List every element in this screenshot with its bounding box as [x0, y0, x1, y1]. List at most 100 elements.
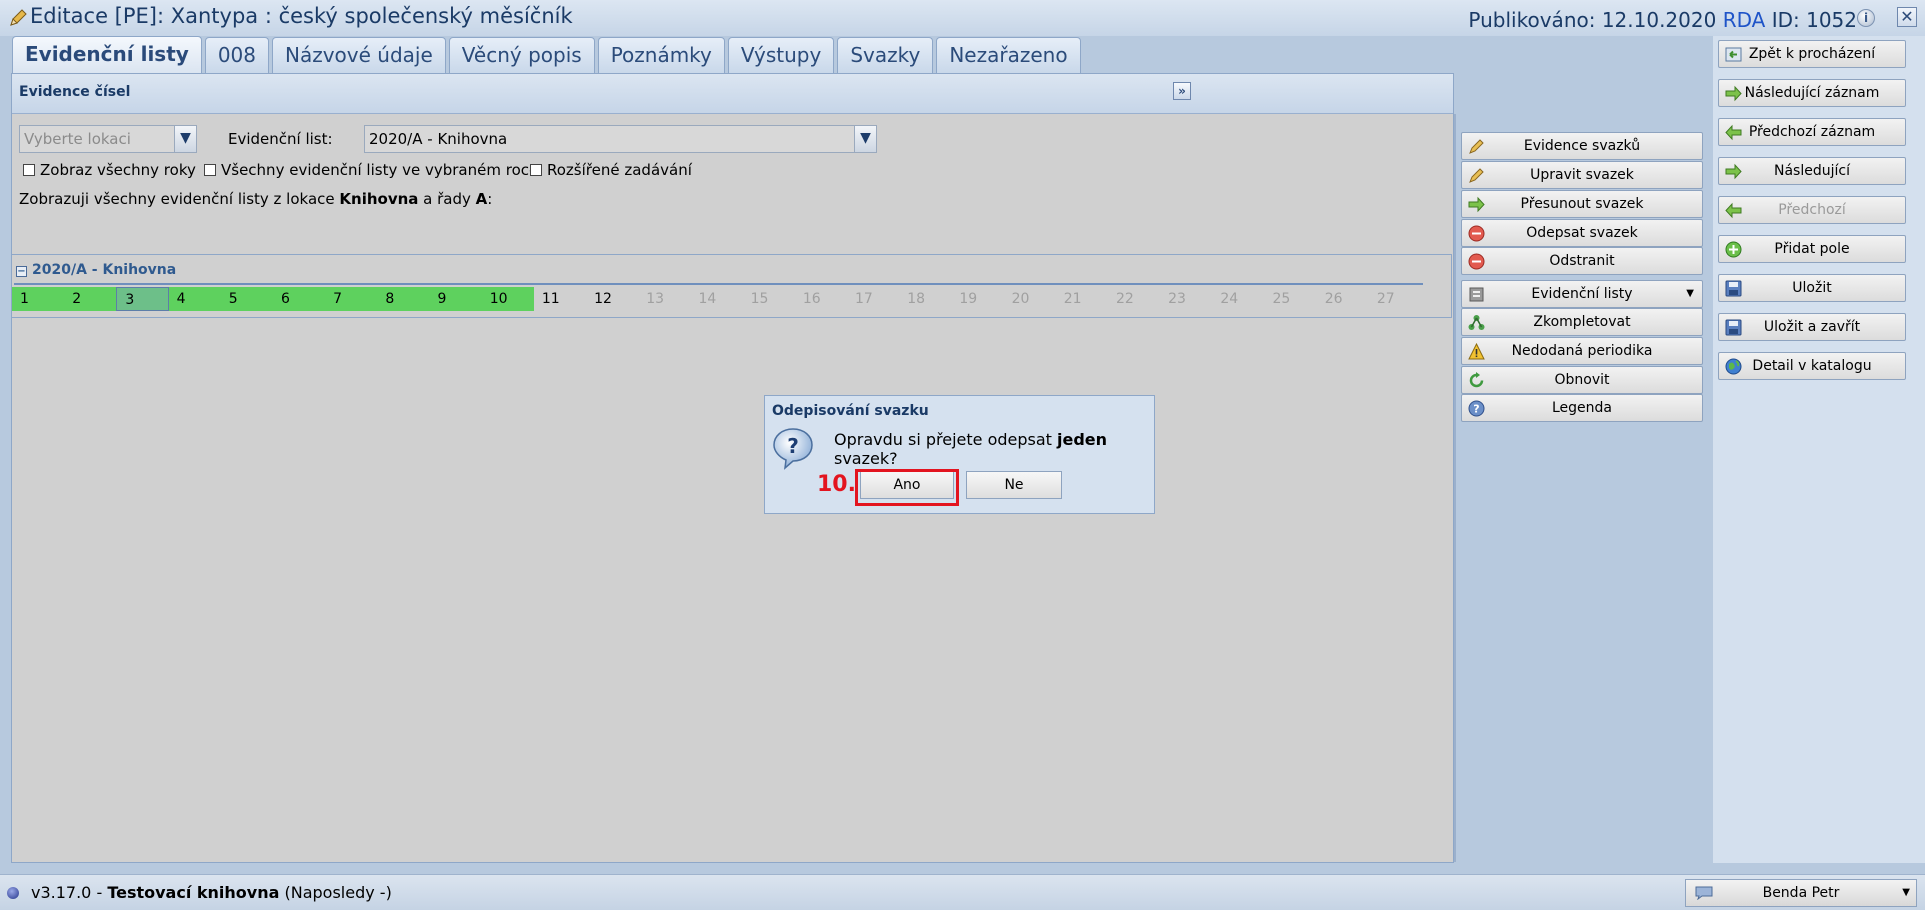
tab-2[interactable]: Názvové údaje — [272, 37, 446, 73]
checkbox-icon[interactable] — [204, 164, 216, 176]
issue-number[interactable]: 4 — [168, 287, 221, 311]
arrow-left-icon — [1725, 124, 1742, 141]
user-name: Benda Petr — [1762, 885, 1840, 901]
nav-button-8[interactable]: Detail v katalogu — [1718, 352, 1906, 380]
chevron-down-icon[interactable]: ▼ — [1686, 281, 1694, 307]
issue-number[interactable]: 8 — [377, 287, 430, 311]
highlight-box — [855, 469, 959, 506]
close-icon[interactable]: ✕ — [1897, 7, 1917, 27]
tab-0[interactable]: Evidenční listy — [12, 36, 202, 73]
no-button[interactable]: Ne — [966, 471, 1062, 499]
nav-button-3[interactable]: Následující — [1718, 157, 1906, 185]
issue-number[interactable]: 18 — [899, 287, 951, 311]
nav-button-0[interactable]: Zpět k procházení — [1718, 40, 1906, 68]
issue-number[interactable]: 3 — [116, 287, 169, 311]
step-label: 10. — [817, 472, 856, 497]
nav-button-4[interactable]: Předchozí — [1718, 196, 1906, 224]
user-menu-button[interactable]: Benda Petr ▼ — [1685, 879, 1917, 907]
issue-number[interactable]: 6 — [272, 287, 326, 311]
issue-number[interactable]: 10 — [481, 287, 534, 311]
nav-button-1[interactable]: Následující záznam — [1718, 79, 1906, 107]
tab-3[interactable]: Věcný popis — [448, 37, 595, 73]
globe-icon — [1725, 358, 1742, 375]
checkbox-icon[interactable] — [23, 164, 35, 176]
info-icon[interactable]: i — [1857, 9, 1875, 27]
issue-number[interactable]: 1 — [12, 287, 65, 311]
arrow-right-icon — [1725, 163, 1742, 180]
checkbox-extended[interactable]: Rozšířené zadávání — [530, 161, 692, 179]
collapse-minus-icon[interactable]: − — [16, 266, 27, 277]
nav-button-5[interactable]: Přidat pole — [1718, 235, 1906, 263]
splitter[interactable] — [1454, 114, 1456, 862]
issue-number[interactable]: 7 — [325, 287, 378, 311]
issue-number[interactable]: 26 — [1317, 287, 1369, 311]
arrow-right-icon — [1725, 85, 1742, 102]
section-header[interactable]: −2020/A - Knihovna — [16, 262, 176, 278]
issue-number[interactable]: 17 — [847, 287, 899, 311]
action-button-0[interactable]: Evidence svazků — [1461, 132, 1703, 160]
checkbox-all-lists[interactable]: Všechny evidenční listy ve vybraném roce — [204, 161, 538, 179]
tab-5[interactable]: Výstupy — [727, 37, 835, 73]
issue-number[interactable]: 13 — [638, 287, 690, 311]
status-bar: v3.17.0 - Testovací knihovna (Naposledy … — [0, 874, 1925, 910]
action-button-2[interactable]: Přesunout svazek — [1461, 190, 1703, 218]
action-button-9[interactable]: ? Legenda — [1461, 394, 1703, 422]
window-title: Editace [PE]: Xantypa : český společensk… — [30, 4, 573, 28]
action-button-8[interactable]: Obnovit — [1461, 366, 1703, 394]
issue-number[interactable]: 25 — [1265, 287, 1317, 311]
issue-number[interactable]: 14 — [690, 287, 742, 311]
svg-text:?: ? — [1473, 403, 1479, 416]
nav-button-2[interactable]: Předchozí záznam — [1718, 118, 1906, 146]
panel-title: Evidence čísel — [19, 84, 131, 100]
issue-number[interactable]: 23 — [1160, 287, 1212, 311]
checkbox-icon[interactable] — [530, 164, 542, 176]
issue-number[interactable]: 5 — [220, 287, 273, 311]
evidence-panel: Evidence čísel » Vyberte lokaci ▼ Eviden… — [11, 73, 1456, 863]
chevron-down-icon[interactable]: ▼ — [174, 126, 196, 152]
issue-numbers: 1 2 3 4 5 6 7 8 9 10 11 12 13 14 15 16 17 18 19 20 21 22 23 24 2… — [12, 287, 1421, 311]
tab-4[interactable]: Poznámky — [597, 37, 725, 73]
list-select[interactable]: 2020/A - Knihovna ▼ — [364, 125, 877, 153]
panel-header: Evidence čísel » — [12, 74, 1453, 114]
tab-1[interactable]: 008 — [204, 37, 269, 73]
chevron-down-icon[interactable]: ▼ — [1902, 880, 1910, 906]
record-id: ID: 1052 — [1771, 8, 1857, 32]
collapse-icon[interactable]: » — [1173, 82, 1191, 100]
action-button-4[interactable]: Odstranit — [1461, 247, 1703, 275]
location-select[interactable]: Vyberte lokaci ▼ — [19, 125, 197, 153]
issue-number[interactable]: 2 — [64, 287, 117, 311]
tab-6[interactable]: Svazky — [837, 37, 934, 73]
issue-number[interactable]: 24 — [1212, 287, 1264, 311]
chevron-down-icon[interactable]: ▼ — [854, 126, 876, 152]
action-button-1[interactable]: Upravit svazek — [1461, 161, 1703, 189]
issue-number[interactable]: 19 — [951, 287, 1003, 311]
issue-number[interactable]: 12 — [586, 287, 638, 311]
issue-number[interactable]: 21 — [1056, 287, 1108, 311]
issue-number[interactable]: 16 — [795, 287, 847, 311]
nav-button-6[interactable]: Uložit — [1718, 274, 1906, 302]
action-button-7[interactable]: Nedodaná periodika — [1461, 337, 1703, 365]
issue-number[interactable]: 22 — [1108, 287, 1160, 311]
dialog-message: Opravdu si přejete odepsat jeden svazek? — [834, 430, 1108, 468]
question-icon: ? — [773, 428, 813, 470]
section-divider — [14, 283, 1423, 285]
issue-number[interactable]: 27 — [1369, 287, 1421, 311]
tab-7[interactable]: Nezařazeno — [936, 37, 1081, 73]
issue-number[interactable]: 11 — [534, 287, 586, 311]
location-placeholder: Vyberte lokaci — [24, 130, 131, 148]
issue-number[interactable]: 20 — [1004, 287, 1056, 311]
action-button-3[interactable]: Odepsat svazek — [1461, 219, 1703, 247]
list-value: 2020/A - Knihovna — [369, 130, 508, 148]
help-icon: ? — [1468, 400, 1485, 417]
minus-circle-icon — [1468, 253, 1485, 270]
status-icon — [7, 887, 19, 899]
back-icon — [1725, 47, 1742, 62]
issue-number[interactable]: 15 — [743, 287, 795, 311]
warning-icon — [1468, 343, 1485, 360]
checkbox-all-years[interactable]: Zobraz všechny roky — [23, 161, 196, 179]
issue-number[interactable]: 9 — [429, 287, 482, 311]
nav-button-7[interactable]: Uložit a zavřít — [1718, 313, 1906, 341]
action-button-6[interactable]: Zkompletovat — [1461, 308, 1703, 336]
action-button-5[interactable]: Evidenční listy ▼ — [1461, 280, 1703, 308]
title-bar: Editace [PE]: Xantypa : český společensk… — [0, 0, 1925, 36]
